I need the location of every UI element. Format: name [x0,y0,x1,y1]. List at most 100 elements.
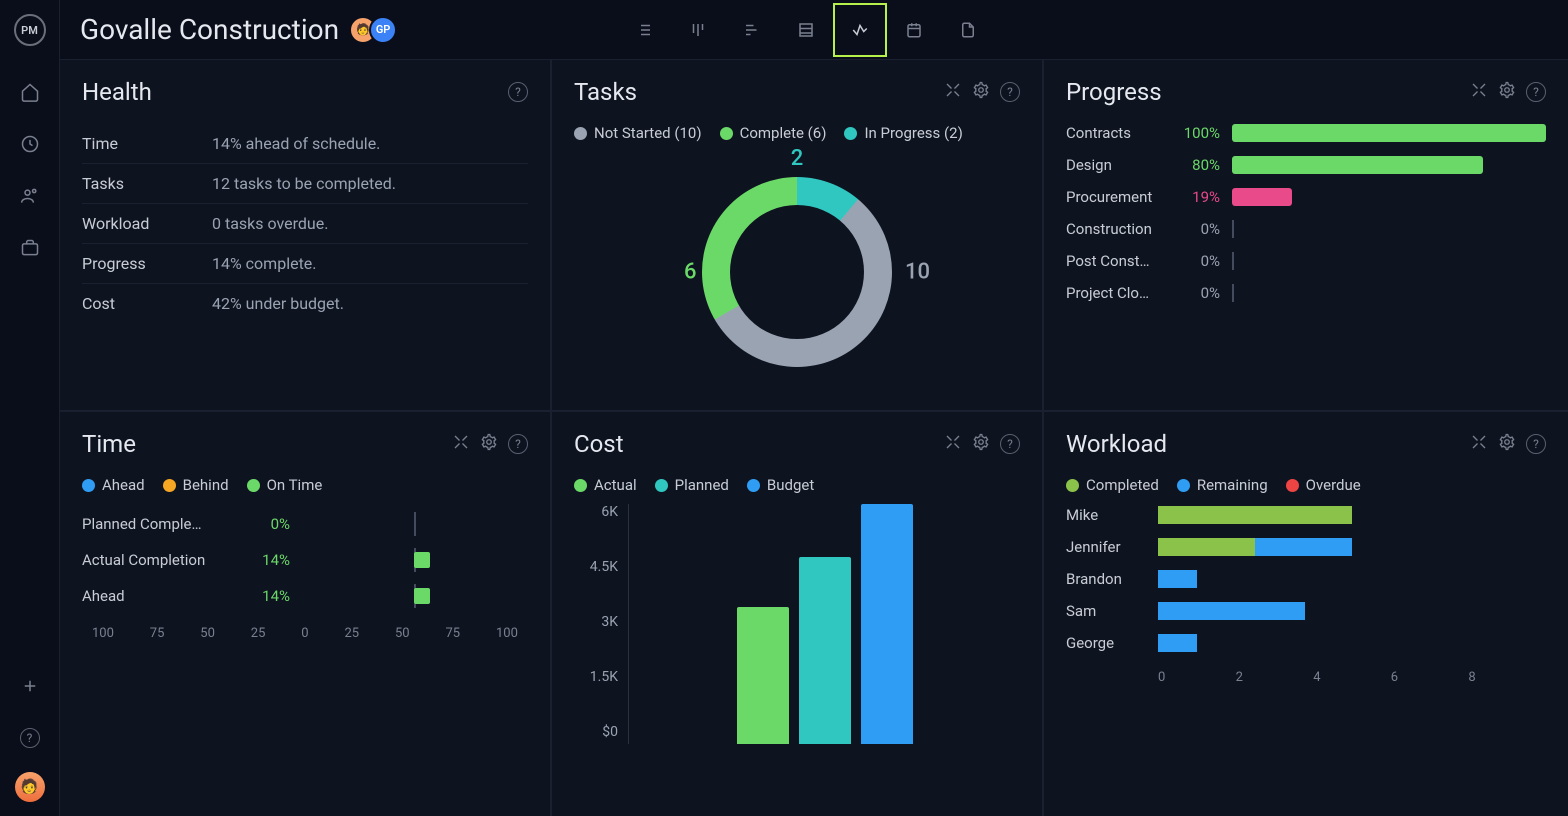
gear-icon[interactable] [1498,81,1516,103]
legend-dot-icon [1286,479,1299,492]
legend-dot-icon [720,127,733,140]
legend-item: Complete (6) [720,124,827,142]
panel-title: Cost [574,430,624,458]
axis-tick: 4.5K [574,559,618,575]
gear-icon[interactable] [972,433,990,455]
progress-bar [1232,252,1546,270]
project-avatars[interactable]: 🧑 GP [357,16,397,44]
expand-icon[interactable] [452,433,470,455]
health-value: 42% under budget. [212,294,344,313]
workload-bar [1158,538,1546,556]
team-icon[interactable] [12,178,48,214]
avatar[interactable]: GP [369,16,397,44]
expand-icon[interactable] [1470,81,1488,103]
progress-name: Contracts [1066,124,1166,142]
workload-seg [1158,602,1305,620]
panel-workload: Workload ? Completed Remaining Overdue M… [1044,412,1568,816]
add-icon[interactable] [12,668,48,704]
briefcase-icon[interactable] [12,230,48,266]
axis-tick: 25 [344,626,359,641]
axis-tick: 6K [574,504,618,520]
expand-icon[interactable] [944,433,962,455]
help-icon[interactable]: ? [1000,82,1020,102]
legend-dot-icon [844,127,857,140]
progress-row: Project Clo… 0% [1066,284,1546,302]
legend-item: Overdue [1286,476,1361,494]
workload-row: George [1066,634,1546,652]
legend-label: On Time [267,476,323,494]
legend-dot-icon [82,479,95,492]
legend-dot-icon [747,479,760,492]
workload-name: Mike [1066,506,1146,524]
health-row: Cost 42% under budget. [82,284,528,323]
progress-pct: 0% [1178,220,1220,238]
workload-name: Jennifer [1066,538,1146,556]
dashboard-view-icon[interactable] [833,3,887,57]
health-value: 14% ahead of schedule. [212,134,380,153]
time-row-pct: 0% [242,515,290,533]
help-icon[interactable]: ? [1526,82,1546,102]
health-value: 12 tasks to be completed. [212,174,396,193]
panel-progress: Progress ? Contracts 100% Design 80% Pro… [1044,60,1568,410]
gear-icon[interactable] [480,433,498,455]
calendar-view-icon[interactable] [887,3,941,57]
app-logo[interactable]: PM [14,14,46,46]
project-title: Govalle Construction [80,13,339,46]
health-label: Progress [82,254,212,273]
axis-tick: $0 [574,724,618,740]
gantt-view-icon[interactable] [725,3,779,57]
home-icon[interactable] [12,74,48,110]
health-row: Time 14% ahead of schedule. [82,124,528,164]
user-avatar[interactable]: 🧑 [15,772,45,802]
list-view-icon[interactable] [617,3,671,57]
progress-bar [1232,156,1546,174]
expand-icon[interactable] [1470,433,1488,455]
donut-label: 2 [791,146,804,171]
workload-name: Sam [1066,602,1146,620]
axis-tick: 50 [395,626,410,641]
time-bar [300,550,528,570]
time-row: Planned Comple… 0% [82,514,528,534]
board-view-icon[interactable] [671,3,725,57]
expand-icon[interactable] [944,81,962,103]
progress-name: Procurement [1066,188,1166,206]
file-view-icon[interactable] [941,3,995,57]
axis-tick: 75 [445,626,460,641]
help-icon[interactable]: ? [508,434,528,454]
workload-seg [1158,634,1197,652]
help-icon[interactable]: ? [508,82,528,102]
legend-dot-icon [655,479,668,492]
axis-tick: 0 [1158,670,1236,685]
axis-tick: 2 [1236,670,1314,685]
gear-icon[interactable] [972,81,990,103]
progress-name: Post Const… [1066,252,1166,270]
legend-item: Planned [655,476,729,494]
progress-row: Design 80% [1066,156,1546,174]
panel-time: Time ? Ahead Behind On Time Planned Comp… [60,412,550,816]
axis-tick: 8 [1468,670,1546,685]
donut-label: 6 [684,260,697,285]
cost-bar-chart: 6K4.5K3K1.5K$0 [574,504,1020,744]
sheet-view-icon[interactable] [779,3,833,57]
help-icon[interactable]: ? [1000,434,1020,454]
progress-bar [1232,284,1546,302]
health-row: Tasks 12 tasks to be completed. [82,164,528,204]
time-row-pct: 14% [242,587,290,605]
workload-seg [1158,538,1255,556]
legend-label: Actual [594,476,637,494]
help-icon[interactable]: ? [1526,434,1546,454]
clock-icon[interactable] [12,126,48,162]
progress-name: Construction [1066,220,1166,238]
axis-tick: 6 [1391,670,1469,685]
gear-icon[interactable] [1498,433,1516,455]
help-icon[interactable]: ? [12,720,48,756]
health-row: Workload 0 tasks overdue. [82,204,528,244]
legend-label: Budget [767,476,814,494]
progress-pct: 100% [1178,124,1220,142]
legend-item: On Time [247,476,323,494]
workload-row: Jennifer [1066,538,1546,556]
time-row: Ahead 14% [82,586,528,606]
cost-bar [799,557,851,744]
axis-tick: 75 [150,626,165,641]
legend-dot-icon [163,479,176,492]
